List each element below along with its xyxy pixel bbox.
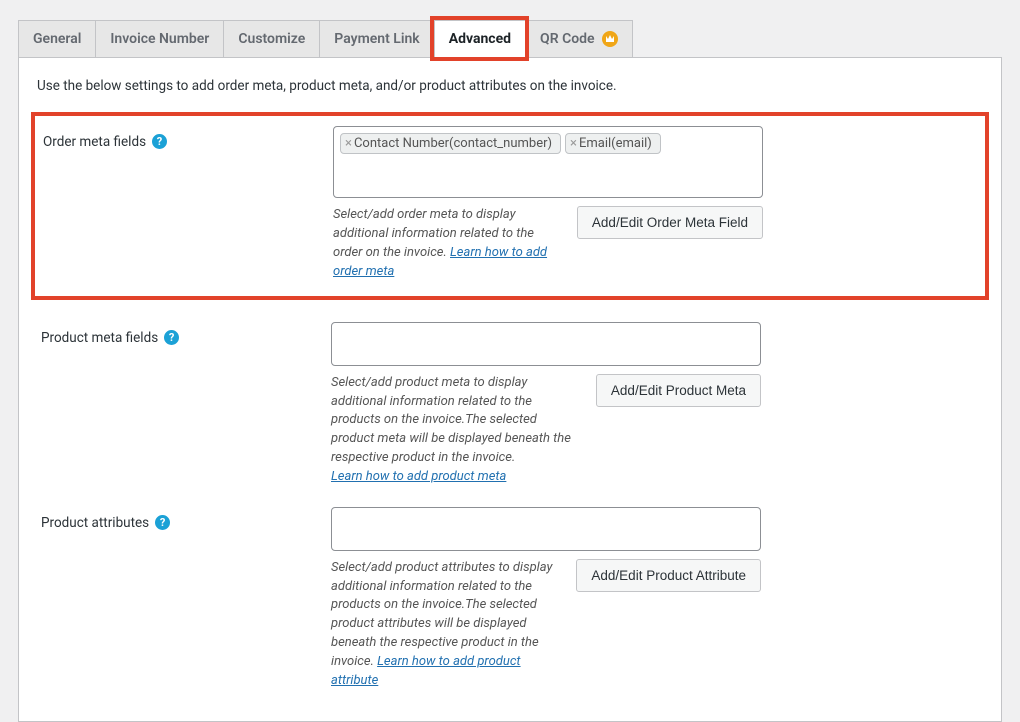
- product-meta-section: Product meta fields ? Select/add product…: [33, 312, 987, 497]
- add-edit-product-attribute-button[interactable]: Add/Edit Product Attribute: [576, 559, 761, 592]
- product-attributes-section: Product attributes ? Select/add product …: [33, 497, 987, 701]
- tab-customize[interactable]: Customize: [223, 20, 319, 57]
- tab-payment-link[interactable]: Payment Link: [319, 20, 433, 57]
- product-attributes-input[interactable]: [331, 507, 761, 551]
- help-icon[interactable]: ?: [152, 134, 167, 149]
- tab-invoice-number[interactable]: Invoice Number: [95, 20, 223, 57]
- tag-item: × Contact Number(contact_number): [340, 133, 561, 154]
- product-meta-learn-link[interactable]: Learn how to add product meta: [331, 469, 506, 484]
- intro-text: Use the below settings to add order meta…: [37, 58, 987, 114]
- order-meta-section: Order meta fields ? × Contact Number(con…: [35, 116, 985, 295]
- tag-label: Email(email): [579, 136, 652, 151]
- product-meta-hint: Select/add product meta to display addit…: [331, 374, 582, 487]
- settings-panel: Use the below settings to add order meta…: [18, 57, 1002, 721]
- tag-label: Contact Number(contact_number): [354, 136, 552, 151]
- help-icon[interactable]: ?: [155, 515, 170, 530]
- crown-icon: [602, 31, 618, 47]
- add-edit-order-meta-button[interactable]: Add/Edit Order Meta Field: [577, 206, 763, 239]
- order-meta-hint: Select/add order meta to display additio…: [333, 206, 563, 281]
- product-meta-input[interactable]: [331, 322, 761, 366]
- tag-remove-icon[interactable]: ×: [345, 136, 352, 151]
- tag-remove-icon[interactable]: ×: [570, 136, 577, 151]
- add-edit-product-meta-button[interactable]: Add/Edit Product Meta: [596, 374, 761, 407]
- tab-general[interactable]: General: [18, 20, 95, 57]
- tab-advanced[interactable]: Advanced: [434, 20, 525, 57]
- tab-qr-code[interactable]: QR Code: [525, 20, 633, 57]
- product-meta-label: Product meta fields: [41, 330, 158, 346]
- product-attributes-hint: Select/add product attributes to display…: [331, 559, 562, 691]
- help-icon[interactable]: ?: [164, 330, 179, 345]
- product-attributes-label: Product attributes: [41, 515, 149, 531]
- tabs-nav: General Invoice Number Customize Payment…: [0, 20, 1020, 57]
- order-meta-input[interactable]: × Contact Number(contact_number) × Email…: [333, 126, 763, 198]
- tab-qr-code-label: QR Code: [540, 31, 595, 47]
- order-meta-label: Order meta fields: [43, 134, 146, 150]
- tag-item: × Email(email): [565, 133, 661, 154]
